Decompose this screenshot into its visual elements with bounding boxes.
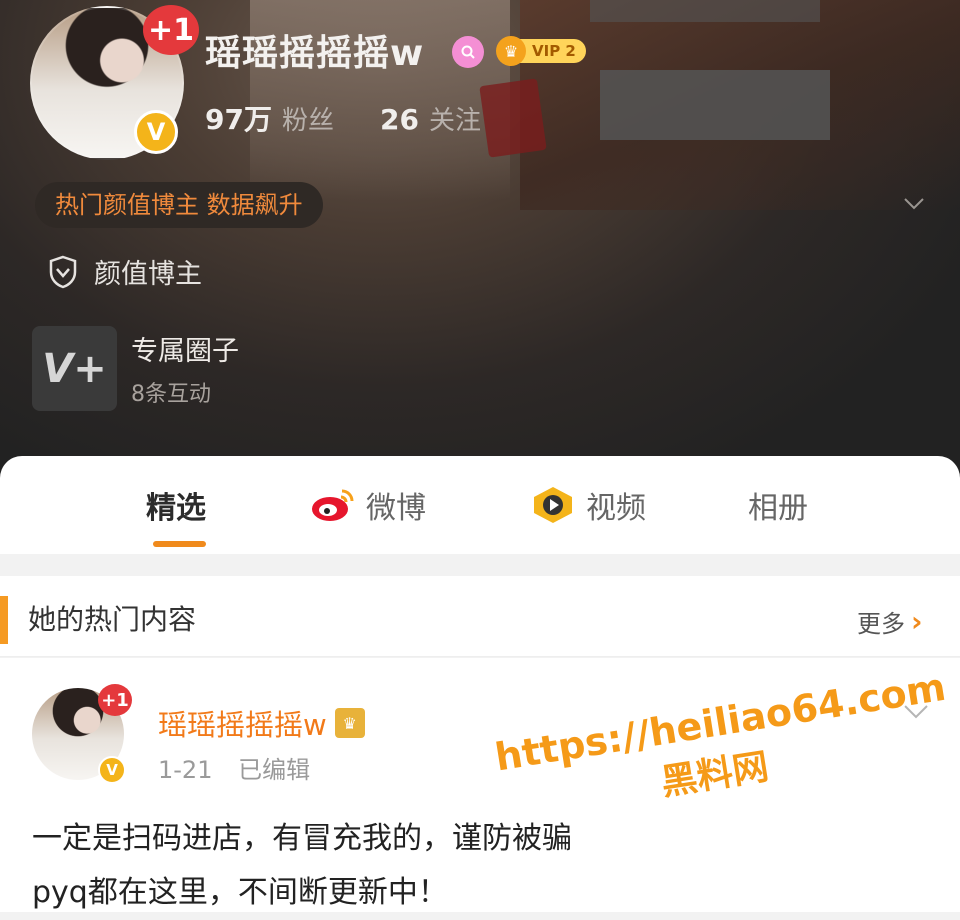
tab-video-label: 视频 xyxy=(586,491,646,526)
magnifier-icon xyxy=(461,45,475,59)
vip-crown-icon: ♛ xyxy=(496,36,526,66)
profile-tabs: 精选 微博 视频 相册 xyxy=(0,456,960,554)
post-vip-icon: ♛ xyxy=(334,708,365,738)
post-text-line1: 一定是扫码进店，有冒充我的，谨防被骗 xyxy=(32,821,572,856)
hot-content-header: 她的热门内容 更多 › xyxy=(0,576,960,657)
weibo-icon xyxy=(312,489,354,521)
circle-subtitle: 8条互动 xyxy=(131,382,211,407)
mosaic-blur xyxy=(600,70,830,140)
plus-badge[interactable]: +1 xyxy=(143,5,199,55)
chevron-down-icon[interactable] xyxy=(903,192,924,212)
profile-header: +1 V 瑶瑶摇摇摇w ♛ VIP 2 97万 粉丝 26 关注 热门颜值博主 … xyxy=(0,0,960,480)
post-verified-icon: V xyxy=(98,756,126,784)
section-title: 她的热门内容 xyxy=(28,603,197,636)
post-author[interactable]: 瑶瑶摇摇摇w ♛ xyxy=(158,702,365,744)
tab-featured[interactable]: 精选 xyxy=(146,480,206,530)
section-accent-bar xyxy=(0,596,8,644)
tab-weibo-label: 微博 xyxy=(366,491,426,526)
following-label[interactable]: 关注 xyxy=(429,100,481,137)
tab-album[interactable]: 相册 xyxy=(748,480,808,530)
chevron-right-icon: › xyxy=(911,605,923,638)
mosaic-blur-top xyxy=(590,0,820,22)
search-badge-icon[interactable] xyxy=(452,36,484,68)
fans-label[interactable]: 粉丝 xyxy=(282,100,334,137)
exclusive-circle-card[interactable]: V+ 专属圈子 8条互动 xyxy=(32,326,239,411)
certification-row[interactable]: 颜值博主 xyxy=(48,252,202,291)
post-plus-badge: +1 xyxy=(98,684,132,716)
profile-username: 瑶瑶摇摇摇w xyxy=(205,33,425,74)
profile-stats: 97万 粉丝 26 关注 xyxy=(205,98,527,138)
tab-album-label: 相册 xyxy=(748,491,808,526)
post-meta: 1-21 已编辑 xyxy=(158,750,328,785)
post-edited: 已编辑 xyxy=(238,756,311,784)
video-icon xyxy=(534,487,572,523)
more-link[interactable]: 更多 › xyxy=(857,604,923,639)
tab-video[interactable]: 视频 xyxy=(530,480,646,530)
post-author-name: 瑶瑶摇摇摇w xyxy=(158,708,327,742)
hot-tag[interactable]: 热门颜值博主 数据飙升 xyxy=(35,182,323,228)
vip-badge[interactable]: ♛ VIP 2 xyxy=(496,36,586,66)
post-body: 一定是扫码进店，有冒充我的，谨防被骗 pyq都在这里，不间断更新中！ xyxy=(32,812,932,920)
circle-title: 专属圈子 xyxy=(131,336,239,367)
active-tab-indicator xyxy=(153,541,206,547)
more-label: 更多 xyxy=(857,610,905,638)
tab-featured-label: 精选 xyxy=(146,491,206,526)
following-count[interactable]: 26 xyxy=(380,103,419,136)
certification-label: 颜值博主 xyxy=(94,259,202,290)
vip-label: VIP 2 xyxy=(520,39,586,63)
tab-weibo[interactable]: 微博 xyxy=(310,480,426,530)
circle-v-plus-icon: V+ xyxy=(32,326,117,411)
post-date: 1-21 xyxy=(158,756,213,784)
verified-badge-icon: V xyxy=(134,110,178,154)
shield-icon xyxy=(49,255,77,288)
fans-count[interactable]: 97万 xyxy=(205,98,272,138)
